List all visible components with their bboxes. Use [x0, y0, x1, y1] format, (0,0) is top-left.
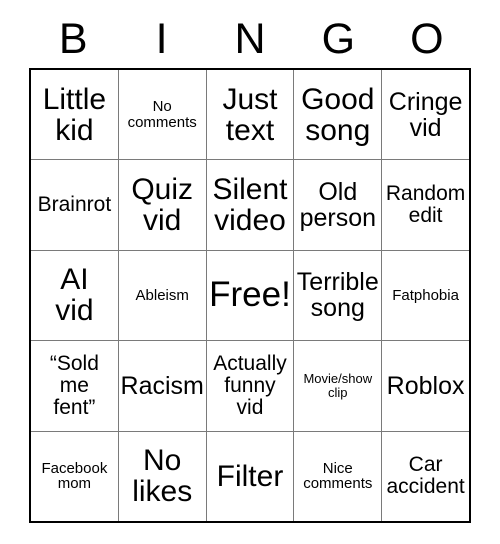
bingo-cell[interactable]: Little kid [31, 70, 118, 160]
bingo-cell[interactable]: AI vid [31, 250, 118, 341]
bingo-free-space-label: Free! [209, 275, 291, 315]
bingo-cell-label: Movie/show clip [303, 371, 373, 400]
bingo-cell-label: Old person [299, 178, 377, 233]
bingo-cell-label: AI vid [55, 263, 94, 328]
bingo-header-letter-g: G [321, 14, 356, 63]
bingo-cell-label: Nice comments [303, 459, 373, 493]
bingo-cell-label: Cringe vid [388, 87, 463, 142]
bingo-cell-label: Silent video [212, 172, 288, 238]
bingo-cell-label: No likes [132, 444, 193, 509]
bingo-cell[interactable]: Racism [118, 341, 206, 431]
bingo-cell-label: Brainrot [37, 193, 112, 217]
bingo-cell-label: Ableism [135, 286, 189, 304]
bingo-cell-label: Filter [216, 459, 284, 493]
bingo-cell[interactable]: Random edit [382, 160, 469, 250]
bingo-cell[interactable]: Actually funny vid [206, 341, 294, 431]
bingo-header-letter-i: I [155, 14, 168, 63]
bingo-cell[interactable]: Good song [294, 70, 382, 160]
bingo-cell-label: Actually funny vid [213, 352, 287, 419]
bingo-cell[interactable]: Car accident [382, 431, 469, 521]
bingo-cell[interactable]: Filter [206, 431, 294, 521]
bingo-cell-label: Racism [120, 371, 204, 400]
bingo-cell[interactable]: Roblox [382, 341, 469, 431]
bingo-cell[interactable]: Brainrot [31, 160, 118, 250]
bingo-cell[interactable]: Silent video [206, 160, 294, 250]
bingo-cell[interactable]: Nice comments [294, 431, 382, 521]
bingo-cell[interactable]: Just text [206, 70, 294, 160]
bingo-cell[interactable]: Facebook mom [31, 431, 118, 521]
bingo-cell-label: Random edit [385, 182, 466, 228]
bingo-cell[interactable]: Movie/show clip [294, 341, 382, 431]
bingo-cell-label: Terrible song [296, 268, 379, 323]
bingo-cell-label: “Sold me fent” [49, 352, 99, 419]
bingo-cell[interactable]: Quiz vid [118, 160, 206, 250]
bingo-cell-label: Facebook mom [41, 459, 108, 493]
bingo-cell[interactable]: Old person [294, 160, 382, 250]
bingo-cell-label: Just text [222, 82, 278, 147]
bingo-grid: Little kid No comments Just text Good so… [29, 68, 471, 523]
bingo-header-row: B I N G O [29, 10, 471, 68]
bingo-cell-label: Fatphobia [392, 286, 459, 304]
bingo-cell-label: Car accident [386, 453, 465, 499]
bingo-cell-free-space[interactable]: Free! [206, 250, 294, 341]
bingo-header-letter-b: B [58, 14, 88, 63]
bingo-cell[interactable]: “Sold me fent” [31, 341, 118, 431]
bingo-cell[interactable]: Terrible song [294, 250, 382, 341]
bingo-cell[interactable]: No likes [118, 431, 206, 521]
bingo-header-letter-o: O [410, 14, 444, 63]
bingo-cell[interactable]: Cringe vid [382, 70, 469, 160]
bingo-cell-label: Little kid [42, 82, 107, 147]
bingo-card: B I N G O Little kid No comments Just te… [29, 10, 471, 523]
bingo-cell[interactable]: Fatphobia [382, 250, 469, 341]
bingo-cell-label: No comments [127, 98, 197, 131]
bingo-cell[interactable]: Ableism [118, 250, 206, 341]
bingo-header-letter-n: N [234, 14, 266, 63]
bingo-cell-label: Roblox [386, 371, 465, 400]
bingo-cell-label: Good song [301, 82, 375, 147]
bingo-cell-label: Quiz vid [131, 172, 194, 238]
bingo-cell[interactable]: No comments [118, 70, 206, 160]
